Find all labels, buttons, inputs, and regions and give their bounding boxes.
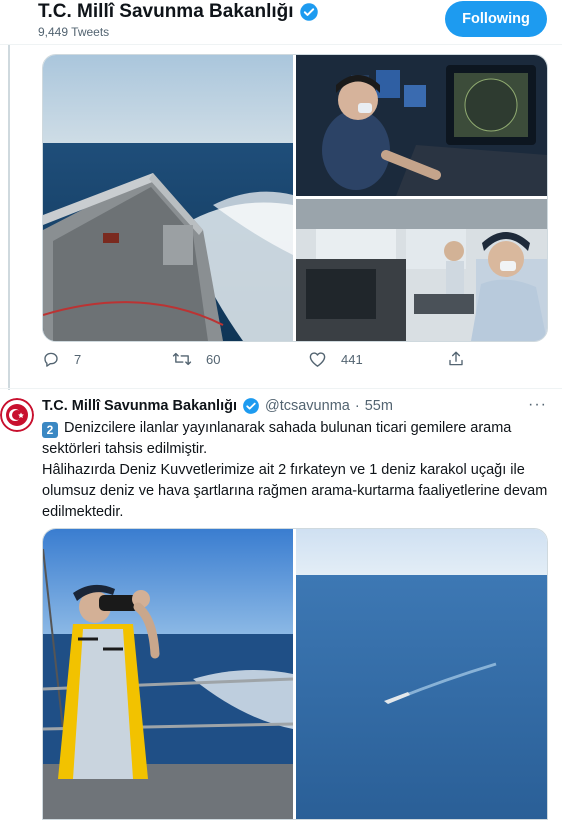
thread-line — [8, 44, 10, 390]
verified-badge-icon — [299, 3, 318, 21]
tweet2-timestamp[interactable]: 55m — [365, 398, 393, 414]
retweet-action[interactable]: 60 — [172, 350, 220, 368]
tweet2-line2: Hâlihazırda Deniz Kuvvetlerimize ait 2 f… — [42, 462, 548, 520]
profile-header: T.C. Millî Savunma Bakanlığı 9,449 Tweet… — [0, 0, 562, 45]
profile-name: T.C. Millî Savunma Bakanlığı — [38, 1, 294, 22]
share-icon — [449, 351, 463, 366]
reply-count: 7 — [74, 351, 82, 367]
separator-dot: · — [354, 398, 360, 414]
tweet2-line1-text: Denizcilere ilanlar yayınlanarak sahada … — [42, 420, 512, 457]
profile-name-row: T.C. Millî Savunma Bakanlığı — [38, 1, 319, 23]
tweet-count: 9,449 Tweets — [38, 25, 110, 39]
more-icon[interactable]: ··· — [528, 396, 547, 414]
photo-sailor-binoculars[interactable] — [43, 529, 293, 819]
photo-radar-console[interactable] — [296, 55, 547, 196]
reply-action[interactable]: 7 — [42, 350, 81, 368]
tweet2-header: T.C. Millî Savunma Bakanlığı @tcsavunma … — [42, 397, 393, 415]
keycap-digit-icon: 2 — [42, 422, 58, 438]
like-count: 441 — [341, 351, 363, 367]
tweet1-action-bar: 7 60 441 — [42, 350, 546, 374]
like-icon — [309, 352, 326, 367]
tweet2-author-name[interactable]: T.C. Millî Savunma Bakanlığı — [42, 398, 237, 414]
retweet-count: 60 — [206, 351, 221, 367]
ministry-avatar[interactable] — [0, 398, 34, 432]
tweet2-line1: 2 Denizcilere ilanlar yayınlanarak sahad… — [42, 418, 552, 460]
photo-bridge-crew[interactable] — [296, 199, 547, 341]
tweet-divider — [0, 388, 562, 389]
tweet2-handle[interactable]: @tcsavunma — [265, 398, 350, 414]
photo-aerial-sea[interactable] — [296, 529, 547, 819]
tweet2-photo-grid — [42, 528, 548, 820]
photo-ship-bow[interactable] — [43, 55, 293, 341]
tweet2-text: 2 Denizcilere ilanlar yayınlanarak sahad… — [42, 418, 552, 523]
retweet-icon — [172, 352, 192, 366]
like-action[interactable]: 441 — [308, 350, 363, 368]
following-button[interactable]: Following — [445, 1, 547, 37]
reply-icon — [44, 352, 58, 367]
share-action[interactable] — [447, 350, 465, 368]
ministry-seal-icon — [0, 398, 34, 432]
tweet1-photo-grid — [42, 54, 548, 342]
verified-badge-icon — [243, 398, 259, 414]
